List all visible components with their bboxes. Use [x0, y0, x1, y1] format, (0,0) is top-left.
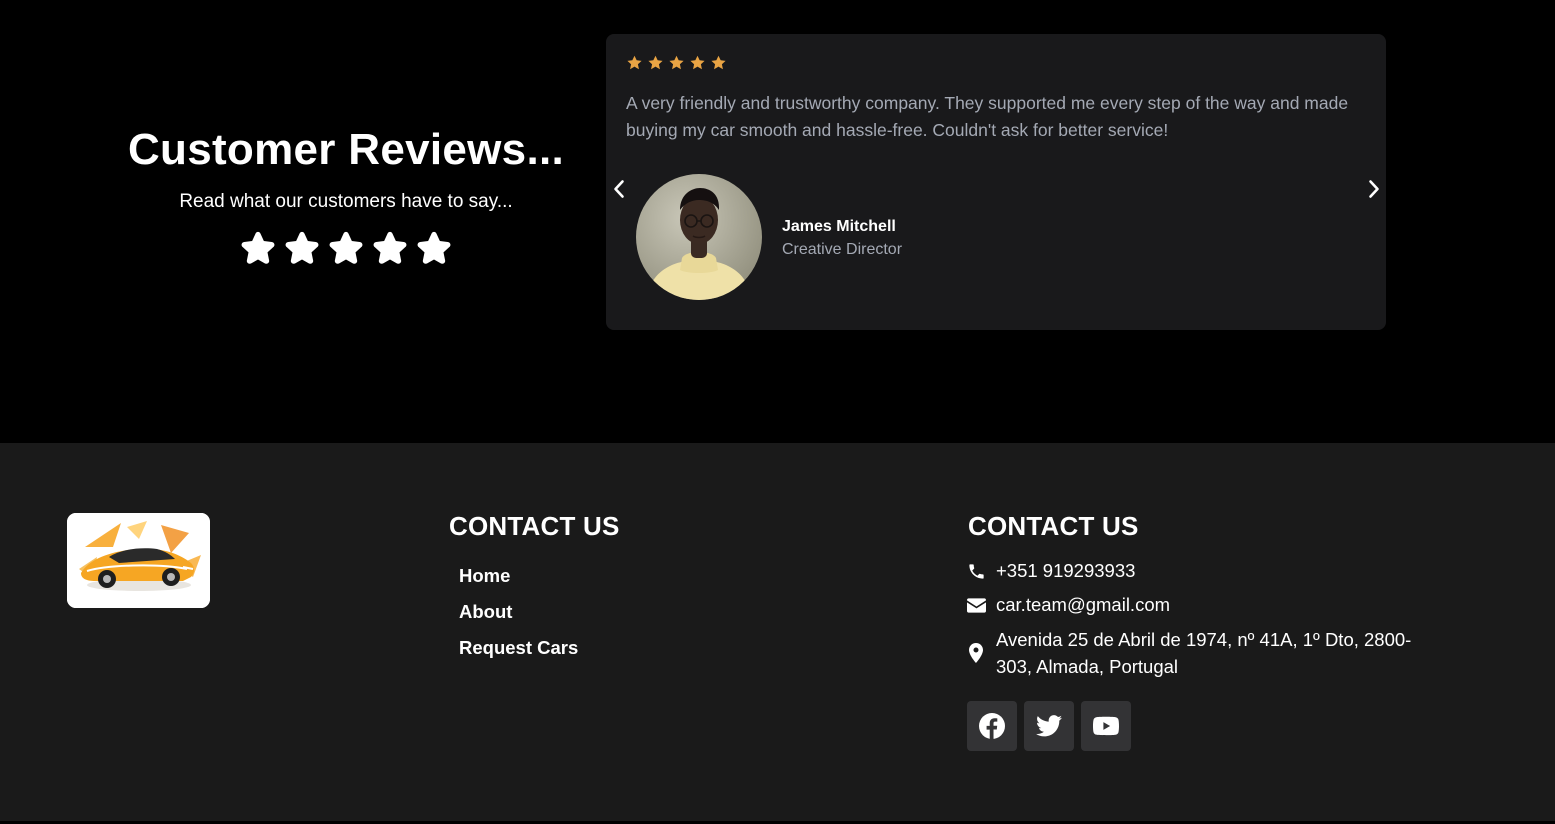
- youtube-icon: [1093, 716, 1119, 736]
- phone-icon: [966, 561, 986, 581]
- chevron-left-icon: [613, 179, 625, 199]
- review-rating-stars: [626, 55, 727, 71]
- carousel-prev-button[interactable]: [607, 176, 631, 202]
- star-icon: [283, 229, 321, 267]
- footer-contact-heading: CONTACT US: [968, 511, 1139, 541]
- footer-nav-item: Home: [459, 562, 578, 598]
- star-icon: [415, 229, 453, 267]
- footer-links-heading: CONTACT US: [449, 511, 620, 541]
- footer-nav-item: About: [459, 598, 578, 634]
- address-text: Avenida 25 de Abril de 1974, nº 41A, 1º …: [996, 629, 1412, 677]
- email-text: car.team@gmail.com: [996, 594, 1171, 615]
- star-icon: [626, 55, 643, 71]
- footer-link-about[interactable]: About: [459, 601, 512, 622]
- facebook-icon: [979, 713, 1005, 739]
- contact-email[interactable]: car.team@gmail.com: [966, 591, 1436, 618]
- star-icon: [327, 229, 365, 267]
- social-links: [967, 701, 1131, 751]
- star-icon: [710, 55, 727, 71]
- review-text: A very friendly and trustworthy company.…: [626, 93, 1349, 140]
- footer-nav-item: Request Cars: [459, 634, 578, 670]
- reviews-heading-block: Customer Reviews... Read what our custom…: [90, 118, 602, 267]
- testimonial-card: A very friendly and trustworthy company.…: [606, 34, 1386, 330]
- reviewer-role: Creative Director: [782, 241, 903, 258]
- footer-logo[interactable]: [67, 513, 210, 608]
- facebook-button[interactable]: [967, 701, 1017, 751]
- footer-link-request-cars[interactable]: Request Cars: [459, 637, 578, 658]
- envelope-icon: [966, 595, 986, 615]
- youtube-button[interactable]: [1081, 701, 1131, 751]
- footer-link-home[interactable]: Home: [459, 565, 510, 586]
- star-icon: [647, 55, 664, 71]
- star-icon: [371, 229, 409, 267]
- carousel-next-button[interactable]: [1362, 176, 1386, 202]
- reviewer-name: James Mitchell: [782, 218, 896, 235]
- reviews-title: Customer Reviews...: [127, 125, 565, 174]
- phone-text: +351 919293933: [996, 560, 1136, 581]
- star-icon: [239, 229, 277, 267]
- twitter-icon: [1036, 715, 1062, 737]
- sports-car-logo: [67, 513, 210, 608]
- chevron-right-icon: [1368, 179, 1380, 199]
- footer: CONTACT US Home About Request Cars CONTA…: [0, 443, 1555, 821]
- star-icon: [689, 55, 706, 71]
- reviewer-avatar: [636, 174, 762, 300]
- overall-rating-stars: [90, 229, 602, 267]
- reviews-subtitle: Read what our customers have to say...: [179, 191, 513, 212]
- map-pin-icon: [966, 643, 986, 663]
- contact-address: Avenida 25 de Abril de 1974, nº 41A, 1º …: [966, 626, 1436, 680]
- twitter-button[interactable]: [1024, 701, 1074, 751]
- reviews-section: Customer Reviews... Read what our custom…: [0, 0, 1555, 443]
- star-icon: [668, 55, 685, 71]
- contact-phone[interactable]: +351 919293933: [966, 557, 1436, 584]
- footer-nav: Home About Request Cars: [459, 562, 578, 670]
